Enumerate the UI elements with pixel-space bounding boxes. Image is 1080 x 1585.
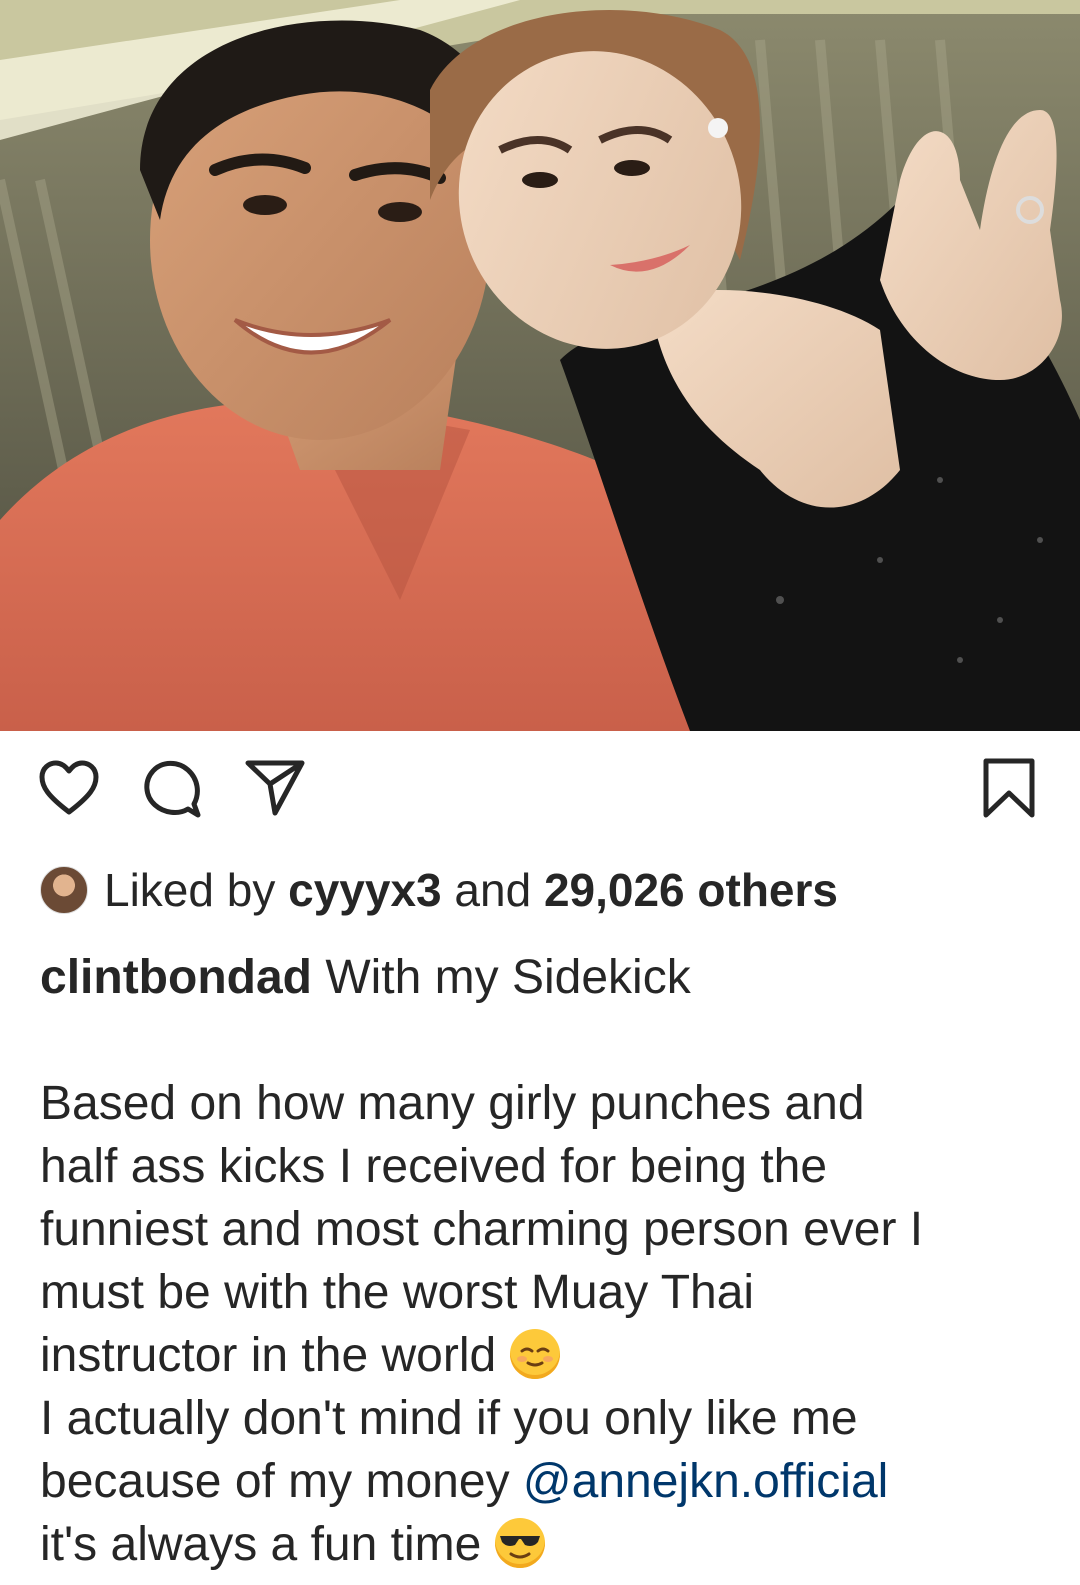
likes-prefix: Liked by	[104, 864, 276, 916]
heart-icon[interactable]	[38, 759, 100, 817]
caption-username[interactable]: clintbondad	[40, 951, 312, 1004]
caption-line: must be with the worst Muay Thai	[40, 1266, 755, 1319]
likes-middle: and	[454, 864, 532, 916]
caption-line: because of my money	[40, 1455, 510, 1508]
liker-avatar[interactable]	[40, 866, 88, 914]
caption-line-with-mention: because of my money @annejkn.official	[40, 1450, 1050, 1513]
share-icon[interactable]	[244, 759, 306, 817]
caption-body: Based on how many girly punches and half…	[40, 1072, 1050, 1576]
caption-line: funniest and most charming person ever I	[40, 1203, 924, 1256]
caption-title: With my Sidekick	[325, 951, 691, 1004]
caption-line: instructor in the world	[40, 1329, 497, 1382]
caption-line: it's always a fun time	[40, 1518, 482, 1571]
caption-line: I actually don't mind if you only like m…	[40, 1392, 858, 1445]
caption-line-with-emoji: instructor in the world	[40, 1324, 1050, 1387]
likes-count[interactable]: 29,026 others	[544, 863, 838, 917]
caption-line-with-emoji: it's always a fun time	[40, 1513, 1050, 1576]
post-photo[interactable]	[0, 0, 1080, 731]
caption-line: Based on how many girly punches and	[40, 1077, 865, 1130]
comment-icon[interactable]	[142, 759, 202, 819]
likes-summary[interactable]: Liked by cyyyx3 and 29,026 others	[40, 858, 838, 922]
sunglasses-face-emoji	[494, 1518, 545, 1568]
action-bar	[0, 731, 1080, 851]
mention-link[interactable]: @annejkn.official	[523, 1455, 888, 1508]
caption-line: half ass kicks I received for being the	[40, 1140, 828, 1193]
relieved-face-emoji	[509, 1329, 560, 1379]
caption-header: clintbondad With my Sidekick	[40, 950, 691, 1005]
bookmark-icon[interactable]	[982, 757, 1036, 819]
liker-username[interactable]: cyyyx3	[288, 863, 442, 917]
